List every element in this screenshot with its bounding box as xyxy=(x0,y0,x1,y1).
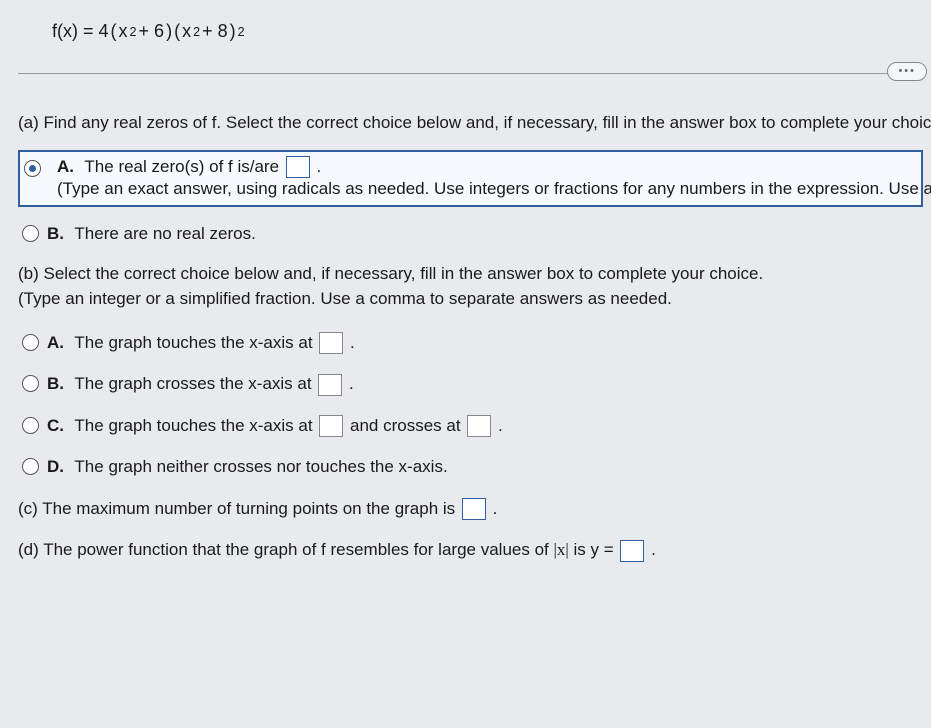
question-d-text2: is y = xyxy=(574,540,619,559)
question-a-prompt: (a) Find any real zeros of f. Select the… xyxy=(18,110,923,136)
choice-letter: A. xyxy=(57,157,74,176)
question-b-prompt-1: (b) Select the correct choice below and,… xyxy=(18,261,923,287)
choice-b-B[interactable]: B. The graph crosses the x-axis at . xyxy=(18,367,923,401)
radio-a-A[interactable] xyxy=(24,160,41,177)
choice-b-A-text: The graph touches the x-axis at xyxy=(74,333,317,352)
choice-a-B[interactable]: B. There are no real zeros. xyxy=(18,217,923,251)
choice-letter: B. xyxy=(47,224,64,243)
choice-letter: B. xyxy=(47,374,64,393)
radio-b-C[interactable] xyxy=(22,417,39,434)
radio-b-D[interactable] xyxy=(22,458,39,475)
answer-input-c[interactable] xyxy=(462,498,486,520)
choice-b-B-text: The graph crosses the x-axis at xyxy=(74,374,316,393)
choice-letter: C. xyxy=(47,416,64,435)
choice-b-A[interactable]: A. The graph touches the x-axis at . xyxy=(18,326,923,360)
radio-a-B[interactable] xyxy=(22,225,39,242)
choice-b-D[interactable]: D. The graph neither crosses nor touches… xyxy=(18,450,923,484)
choice-a-B-text: There are no real zeros. xyxy=(74,224,255,243)
question-c-text: (c) The maximum number of turning points… xyxy=(18,499,460,518)
formula-lhs: f(x) = 4 xyxy=(52,18,109,45)
choice-b-D-text: The graph neither crosses nor touches th… xyxy=(74,457,447,476)
choice-letter: A. xyxy=(47,333,64,352)
choice-a-A[interactable]: A. The real zero(s) of f is/are . (Type … xyxy=(18,150,923,208)
answer-input-b-B[interactable] xyxy=(318,374,342,396)
answer-input-b-A[interactable] xyxy=(319,332,343,354)
divider xyxy=(18,73,923,74)
choice-letter: D. xyxy=(47,457,64,476)
answer-input-b-C1[interactable] xyxy=(319,415,343,437)
abs-x: |x| xyxy=(553,540,568,559)
question-b-prompt-2: (Type an integer or a simplified fractio… xyxy=(18,286,923,312)
radio-b-B[interactable] xyxy=(22,375,39,392)
choice-a-A-text: The real zero(s) of f is/are xyxy=(84,157,283,176)
choice-b-C-text1: The graph touches the x-axis at xyxy=(74,416,317,435)
question-d: (d) The power function that the graph of… xyxy=(18,537,923,563)
more-icon[interactable]: ••• xyxy=(887,62,927,81)
question-c: (c) The maximum number of turning points… xyxy=(18,496,923,522)
choice-b-C[interactable]: C. The graph touches the x-axis at and c… xyxy=(18,409,923,443)
function-formula: f(x) = 4 ( x2 + 6 ) ( x2 + 8 ) 2 xyxy=(52,18,923,45)
answer-input-d[interactable] xyxy=(620,540,644,562)
answer-input-a[interactable] xyxy=(286,156,310,178)
answer-input-b-C2[interactable] xyxy=(467,415,491,437)
choice-b-C-mid: and crosses at xyxy=(350,416,465,435)
radio-b-A[interactable] xyxy=(22,334,39,351)
question-d-text1: (d) The power function that the graph of… xyxy=(18,540,553,559)
choice-a-A-hint: (Type an exact answer, using radicals as… xyxy=(57,179,931,198)
